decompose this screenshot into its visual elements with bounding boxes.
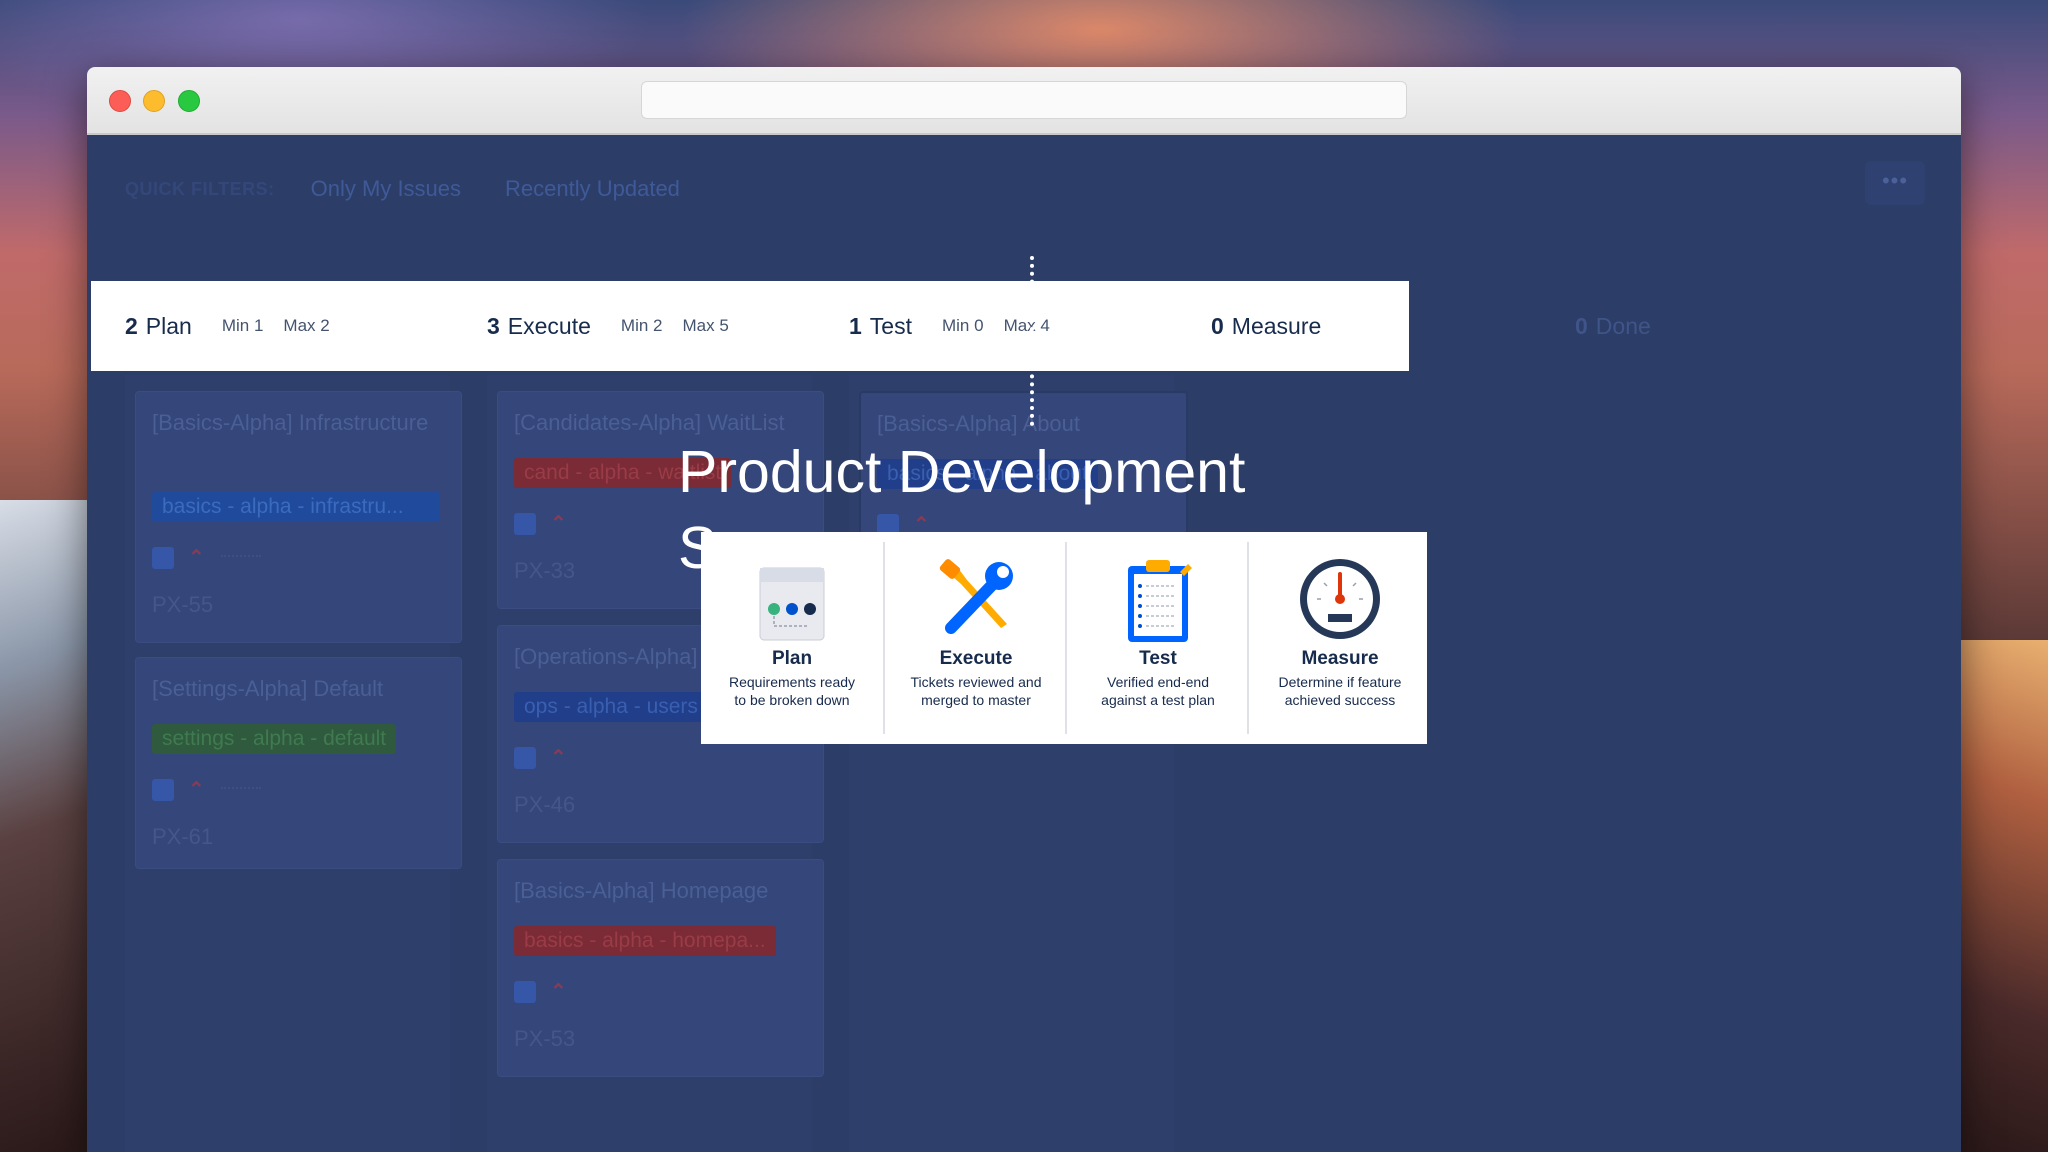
issue-key: PX-61: [152, 824, 214, 849]
highest-priority-icon: ⌃: [550, 981, 567, 1003]
story-icon: [152, 779, 174, 801]
issue-card[interactable]: [Basics-Alpha] Homepage basics - alpha -…: [497, 859, 824, 1077]
story-icon: [152, 547, 174, 569]
issue-icons: ⌃: [152, 778, 261, 802]
close-window-button[interactable]: [109, 90, 131, 112]
stage-desc-line: Tickets reviewed and: [910, 674, 1042, 690]
highest-priority-icon: ⌃: [188, 547, 205, 569]
issue-key: PX-46: [514, 792, 576, 817]
issue-title: [Basics-Alpha] Infrastructure: [152, 410, 429, 435]
column-max: Max 4: [1003, 316, 1050, 335]
story-icon: [514, 747, 536, 769]
stage-desc-line: merged to master: [921, 692, 1031, 708]
issue-icons: ⌃: [514, 980, 567, 1004]
story-icon: [514, 981, 536, 1003]
filter-recently-updated[interactable]: Recently Updated: [505, 176, 680, 202]
column-min: Min 1: [221, 316, 264, 335]
stage-desc-line: Requirements ready: [728, 674, 856, 690]
wallpaper-mountain-left: [0, 500, 90, 1152]
stage-desc-line: achieved success: [1284, 692, 1396, 708]
issue-icons: ⌃: [152, 546, 261, 570]
column-min: Min 0: [941, 316, 984, 335]
column-name: Execute: [507, 312, 591, 339]
column-name: Test: [869, 312, 912, 339]
column-header-execute[interactable]: 3 Execute Min 2 Max 5: [487, 281, 729, 371]
issue-title: [Settings-Alpha] Default: [152, 676, 384, 701]
column-name: Plan: [145, 312, 192, 339]
column-max: Max 5: [682, 316, 729, 335]
issue-key: PX-53: [514, 1026, 576, 1051]
overlay-title-line1: Product Development: [678, 439, 1246, 505]
stage-description: Verified end-end against a test plan: [1067, 673, 1249, 709]
issue-icons: ⌃: [514, 512, 567, 536]
column-header-strip: 2 Plan Min 1 Max 2 3 Execute Min 2 Max 5…: [91, 281, 1409, 371]
minimize-window-button[interactable]: [143, 90, 165, 112]
epic-label: basics - alpha - infrastru...: [152, 492, 440, 522]
stage-description: Requirements ready to be broken down: [701, 673, 883, 709]
stage-execute: Execute Tickets reviewed and merged to m…: [883, 542, 1067, 734]
column-count: 1: [849, 312, 862, 339]
column-name: Done: [1595, 312, 1651, 339]
more-options-button[interactable]: •••: [1865, 161, 1925, 205]
stage-name: Plan: [771, 648, 813, 669]
stage-name: Execute: [939, 648, 1013, 669]
highest-priority-icon: ⌃: [188, 779, 205, 801]
epic-label: basics - alpha - homepa...: [514, 926, 776, 956]
stage-desc-line: against a test plan: [1101, 692, 1215, 708]
column-header-measure[interactable]: 0 Measure: [1211, 281, 1321, 371]
column-count: 2: [125, 312, 138, 339]
address-bar[interactable]: [641, 81, 1407, 119]
window-titlebar: [87, 67, 1961, 135]
issue-icons: ⌃: [514, 746, 567, 770]
quick-filters: QUICK FILTERS: Only My Issues Recently U…: [125, 171, 724, 207]
stage-name: Measure: [1301, 648, 1379, 669]
stage-description: Tickets reviewed and merged to master: [885, 673, 1067, 709]
issue-key: PX-33: [514, 558, 576, 583]
story-icon: [514, 513, 536, 535]
estimate-dots: [220, 555, 261, 561]
epic-label: settings - alpha - default: [152, 724, 397, 754]
highest-priority-icon: ⌃: [550, 513, 567, 535]
zoom-window-button[interactable]: [178, 90, 200, 112]
column-name: Measure: [1231, 312, 1322, 339]
quick-filters-label: QUICK FILTERS:: [125, 178, 275, 199]
column-header-done[interactable]: 0 Done: [1575, 281, 1651, 371]
issue-title: [Basics-Alpha] Homepage: [514, 878, 769, 903]
stage-test: Test Verified end-end against a test pla…: [1065, 542, 1249, 734]
issue-card[interactable]: [Basics-Alpha] Infrastructure basics - a…: [135, 391, 462, 643]
column-max: Max 2: [283, 316, 330, 335]
column-count: 0: [1211, 312, 1224, 339]
dotted-connector-line: [1030, 256, 1034, 426]
gauge-icon: [1300, 559, 1380, 639]
plan-board-icon: [759, 567, 825, 641]
estimate-dots: [220, 787, 261, 793]
column-min: Min 2: [620, 316, 663, 335]
stage-desc-line: Determine if feature: [1278, 674, 1402, 690]
clipboard-checklist-icon: [1128, 560, 1192, 642]
epic-label: ops - alpha - users: [514, 692, 708, 722]
stage-name: Test: [1139, 648, 1177, 669]
issue-key: PX-55: [152, 592, 214, 617]
wallpaper-mountain-right: [1958, 640, 2048, 1152]
column-count: 3: [487, 312, 500, 339]
stage-desc-line: Verified end-end: [1107, 674, 1209, 690]
stage-description: Determine if feature achieved success: [1249, 673, 1431, 709]
column-count: 0: [1575, 312, 1588, 339]
filter-only-my-issues[interactable]: Only My Issues: [311, 176, 461, 202]
wrench-screwdriver-icon: [939, 559, 1013, 634]
stage-desc-line: to be broken down: [734, 692, 850, 708]
column-header-plan[interactable]: 2 Plan Min 1 Max 2: [125, 281, 330, 371]
highest-priority-icon: ⌃: [550, 747, 567, 769]
stage-plan: Plan Requirements ready to be broken dow…: [701, 542, 883, 734]
stages-card: Plan Requirements ready to be broken dow…: [701, 532, 1427, 744]
stage-measure: Measure Determine if feature achieved su…: [1247, 542, 1431, 734]
column-header-test[interactable]: 1 Test Min 0 Max 4: [849, 281, 1050, 371]
issue-card[interactable]: [Settings-Alpha] Default settings - alph…: [135, 657, 462, 869]
